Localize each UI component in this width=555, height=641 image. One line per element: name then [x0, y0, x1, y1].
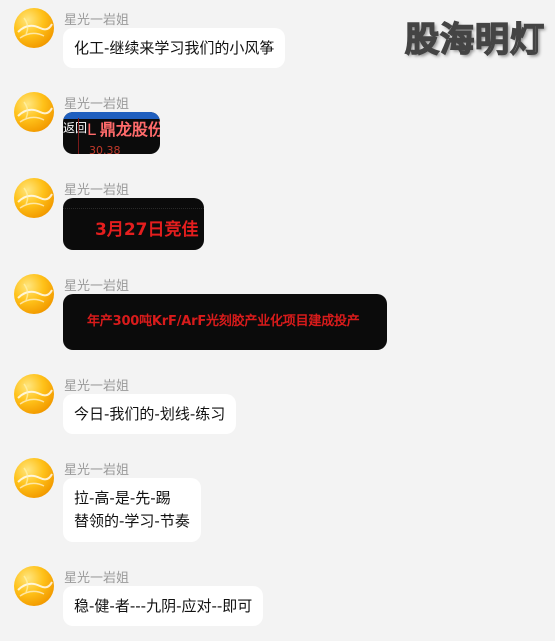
- sender-name: 星光一岩姐: [64, 97, 130, 112]
- message-text-line: 替领的-学习-节奏: [74, 512, 190, 530]
- chat-message: 星光一岩姐 年产300吨KrF/ArF光刻胶产业化项目建成投产: [14, 274, 534, 352]
- avatar[interactable]: [14, 8, 54, 48]
- avatar[interactable]: [14, 274, 54, 314]
- avatar[interactable]: [14, 566, 54, 606]
- image-caption: 年产300吨KrF/ArF光刻胶产业化项目建成投产: [87, 314, 360, 329]
- image-divider: [78, 118, 79, 154]
- sender-name: 星光一岩姐: [64, 183, 130, 198]
- golden-ball-avatar-icon: [17, 17, 53, 39]
- chat-message: 星光一岩姐 返回 L 鼎龙股份 30.38: [14, 92, 534, 156]
- golden-ball-avatar-icon: [17, 575, 53, 597]
- image-caption: 3月27日竞佳: [95, 220, 199, 240]
- image-bottom-text: 30.38: [89, 144, 121, 154]
- chat-message: 星光一岩姐 化工-继续来学习我们的小风筝: [14, 8, 534, 70]
- image-bubble[interactable]: 3月27日竞佳: [63, 198, 204, 250]
- image-stock-title: L 鼎龙股份: [87, 120, 160, 140]
- golden-ball-avatar-icon: [17, 467, 53, 489]
- avatar[interactable]: [14, 374, 54, 414]
- avatar[interactable]: [14, 458, 54, 498]
- message-text: 今日-我们的-划线-练习: [74, 405, 226, 423]
- image-dotted-line: [63, 208, 204, 209]
- golden-ball-avatar-icon: [17, 383, 53, 405]
- chat-message: 星光一岩姐 今日-我们的-划线-练习: [14, 374, 534, 436]
- text-bubble[interactable]: 今日-我们的-划线-练习: [63, 394, 237, 434]
- sender-name: 星光一岩姐: [64, 571, 130, 586]
- text-bubble[interactable]: 稳-健-者---九阴-应对--即可: [63, 586, 264, 626]
- chat-message: 星光一岩姐 拉-高-是-先-踢 替领的-学习-节奏: [14, 458, 534, 544]
- sender-name: 星光一岩姐: [64, 463, 130, 478]
- chat-message: 星光一岩姐 稳-健-者---九阴-应对--即可: [14, 566, 534, 628]
- avatar[interactable]: [14, 178, 54, 218]
- sender-name: 星光一岩姐: [64, 13, 130, 28]
- message-text: 稳-健-者---九阴-应对--即可: [74, 597, 253, 615]
- sender-name: 星光一岩姐: [64, 279, 130, 294]
- image-title: 鼎龙股份: [99, 120, 160, 139]
- message-text: 化工-继续来学习我们的小风筝: [74, 39, 275, 57]
- image-bubble[interactable]: 返回 L 鼎龙股份 30.38: [63, 112, 160, 154]
- golden-ball-avatar-icon: [17, 187, 53, 209]
- text-bubble[interactable]: 拉-高-是-先-踢 替领的-学习-节奏: [63, 478, 201, 542]
- image-letter: L: [87, 120, 96, 139]
- image-back-label: 返回: [63, 121, 88, 135]
- avatar[interactable]: [14, 92, 54, 132]
- text-bubble[interactable]: 化工-继续来学习我们的小风筝: [63, 28, 286, 68]
- sender-name: 星光一岩姐: [64, 379, 130, 394]
- message-text-line: 拉-高-是-先-踢: [74, 489, 171, 507]
- chat-message: 星光一岩姐 3月27日竞佳: [14, 178, 534, 252]
- image-bubble[interactable]: 年产300吨KrF/ArF光刻胶产业化项目建成投产: [63, 294, 387, 350]
- golden-ball-avatar-icon: [17, 101, 53, 123]
- golden-ball-avatar-icon: [17, 283, 53, 305]
